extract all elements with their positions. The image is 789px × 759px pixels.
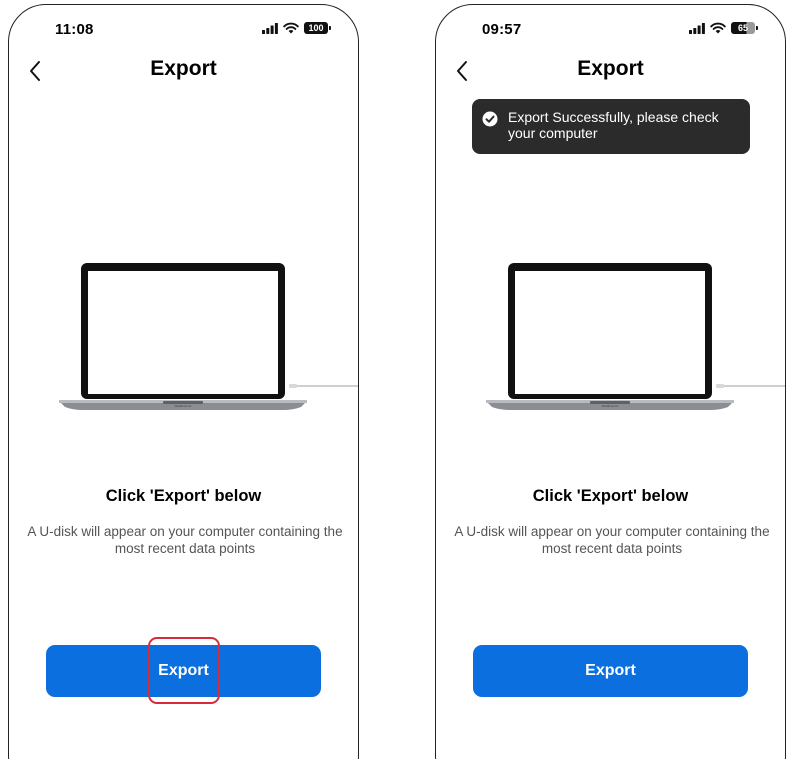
toast-message-line-1: Export Successfully, please check — [508, 109, 719, 125]
check-circle-icon — [482, 111, 498, 127]
description-line-1: A U-disk will appear on your computer co… — [27, 524, 343, 539]
status-bar: 11:08 100 — [9, 19, 358, 41]
status-bar: 09:57 65 — [436, 19, 785, 41]
export-button[interactable]: Export — [46, 645, 321, 697]
page-title: Export — [577, 57, 644, 80]
description-line-1: A U-disk will appear on your computer co… — [454, 524, 770, 539]
laptop-illustration: MacBook Air — [59, 263, 358, 410]
export-button[interactable]: Export — [473, 645, 748, 697]
status-icons: 100 — [262, 22, 331, 34]
laptop-label: MacBook Air — [602, 404, 619, 408]
signal-icon — [689, 22, 705, 34]
battery-icon: 65 — [731, 22, 758, 34]
instruction-heading: Click 'Export' below — [532, 487, 689, 505]
status-time: 11:08 — [55, 21, 94, 38]
wifi-icon — [710, 22, 726, 34]
toast-message-line-2: your computer — [508, 125, 598, 141]
laptop-label: MacBook Air — [175, 404, 192, 408]
signal-icon — [262, 22, 278, 34]
description-line-2: most recent data points — [541, 541, 683, 556]
description-line-2: most recent data points — [114, 541, 256, 556]
status-icons: 65 — [689, 22, 758, 34]
page-title: Export — [150, 57, 217, 80]
status-time: 09:57 — [482, 21, 522, 38]
phone-screen-before: 11:08 100 Export MacBook Air Click 'Expo… — [8, 4, 359, 759]
instruction-description: A U-disk will appear on your computer co… — [9, 523, 358, 557]
battery-icon: 100 — [304, 22, 331, 34]
instruction-heading: Click 'Export' below — [105, 487, 262, 505]
phone-screen-after: 09:57 65 Export Export Successfully, ple… — [435, 4, 786, 759]
wifi-icon — [283, 22, 299, 34]
instruction-description: A U-disk will appear on your computer co… — [436, 523, 785, 557]
success-toast: Export Successfully, please check your c… — [472, 99, 750, 154]
laptop-illustration: MacBook Air — [486, 263, 785, 410]
